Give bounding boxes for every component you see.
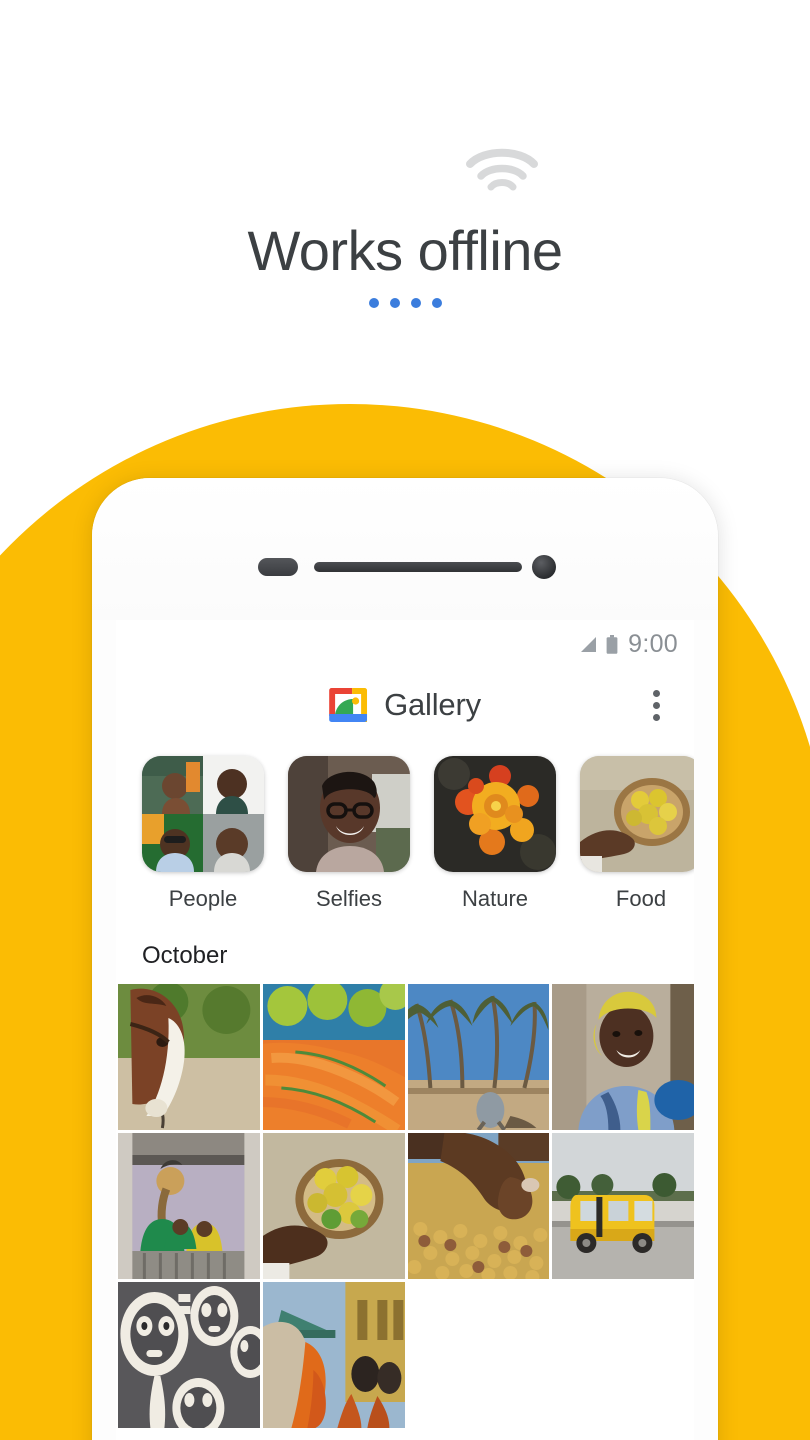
screenshot-root: Works offline 9:00 Gallery People Selfie… [0, 0, 810, 1440]
proximity-sensor-icon [258, 558, 298, 576]
front-camera-icon [532, 555, 556, 579]
category-label: People [168, 886, 238, 911]
bowl-of-fruit-thumb[interactable] [580, 756, 694, 872]
app-brand: Gallery [329, 687, 481, 723]
photo-cell[interactable] [407, 1133, 550, 1279]
phone-mockup: 9:00 Gallery People Selfies Nature Food … [92, 478, 718, 1440]
photo-cell-empty [407, 1282, 550, 1428]
phone-screen: 9:00 Gallery People Selfies Nature Food … [116, 620, 694, 1440]
battery-icon [606, 634, 618, 654]
category-people[interactable]: People [142, 756, 264, 912]
photo-cell[interactable] [262, 1133, 405, 1279]
photo-grid[interactable] [116, 984, 694, 1428]
carousel-dot-1[interactable] [368, 298, 379, 308]
gallery-go-logo-icon [329, 688, 368, 722]
category-food[interactable]: Food [580, 756, 694, 912]
phone-bezel-top [92, 478, 718, 620]
status-bar: 9:00 [116, 620, 694, 668]
earpiece-speaker-icon [314, 562, 522, 572]
category-label: Nature [461, 886, 529, 911]
orange-flowers-thumb[interactable] [434, 756, 556, 872]
app-bar: Gallery [116, 668, 694, 742]
category-label: Selfies [315, 886, 383, 911]
category-selfies[interactable]: Selfies [288, 756, 410, 912]
carousel-dot-4[interactable] [431, 298, 442, 308]
signal-bars-icon [581, 636, 597, 652]
section-header-october: October [142, 942, 228, 969]
photo-cell[interactable] [262, 984, 405, 1130]
photo-cell[interactable] [552, 984, 694, 1130]
carousel-dot-3[interactable] [410, 298, 421, 308]
wifi-icon [462, 146, 542, 202]
people-collage-thumb[interactable] [142, 756, 264, 872]
selfie-portrait-thumb[interactable] [288, 756, 410, 872]
carousel-dots[interactable] [0, 298, 810, 308]
photo-cell[interactable] [407, 984, 550, 1130]
photo-cell-empty [552, 1282, 694, 1428]
photo-cell[interactable] [552, 1133, 694, 1279]
category-nature[interactable]: Nature [434, 756, 556, 912]
photo-cell[interactable] [118, 984, 260, 1130]
category-row[interactable]: People Selfies Nature Food [116, 742, 694, 912]
more-vert-icon[interactable] [643, 682, 670, 729]
photo-cell[interactable] [118, 1282, 260, 1428]
app-title: Gallery [384, 687, 481, 722]
photo-cell[interactable] [262, 1282, 405, 1428]
page-title: Works offline [247, 219, 563, 282]
carousel-dot-2[interactable] [389, 298, 400, 308]
photo-cell[interactable] [118, 1133, 260, 1279]
status-bar-clock: 9:00 [628, 629, 678, 658]
category-label: Food [615, 886, 667, 911]
